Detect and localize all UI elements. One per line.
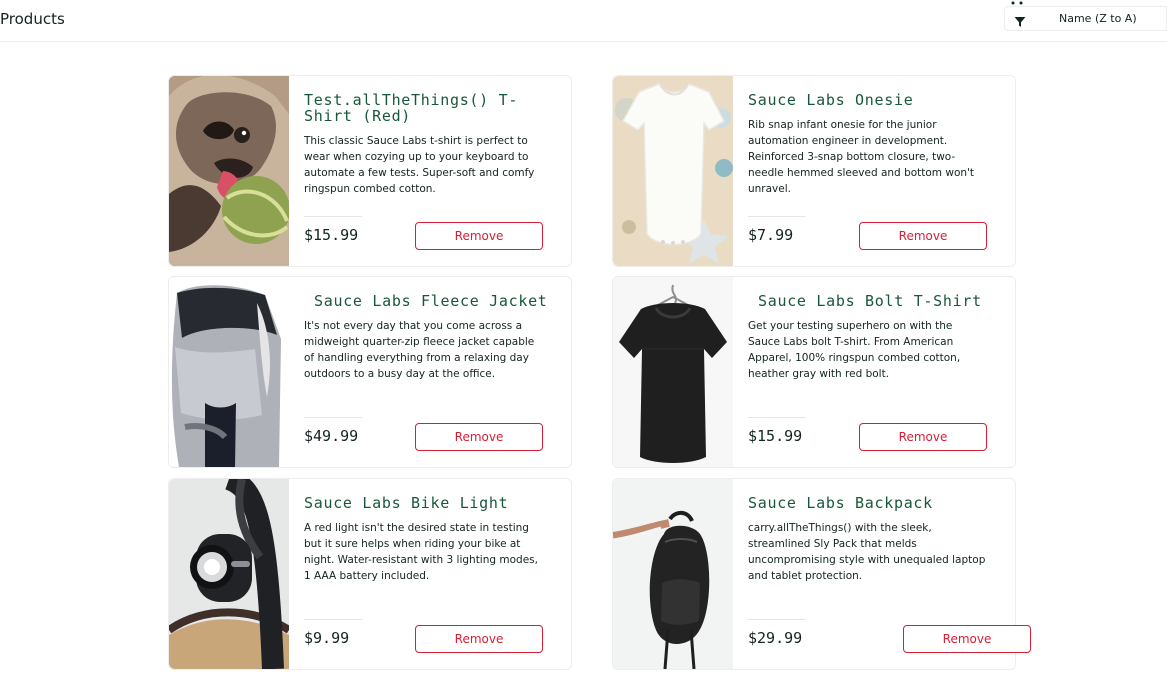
remove-button[interactable]: Remove <box>903 625 1031 653</box>
product-card: Sauce Labs Onesie Rib snap infant onesie… <box>612 75 1016 267</box>
remove-button[interactable]: Remove <box>415 222 543 250</box>
product-name[interactable]: Sauce Labs Fleece Jacket <box>314 293 559 309</box>
price-divider <box>304 619 362 620</box>
product-name[interactable]: Sauce Labs Bike Light <box>304 495 549 511</box>
remove-button[interactable]: Remove <box>859 423 987 451</box>
product-description: This classic Sauce Labs t-shirt is perfe… <box>304 135 535 195</box>
product-card: Test.allTheThings() T-Shirt (Red) This c… <box>168 75 572 267</box>
product-description: A red light isn't the desired state in t… <box>304 522 538 582</box>
product-card: Sauce Labs Bike Light A red light isn't … <box>168 478 572 670</box>
product-price: $15.99 <box>304 226 359 244</box>
remove-button[interactable]: Remove <box>415 625 543 653</box>
product-card: Sauce Labs Bolt T-Shirt Get your testing… <box>612 276 1016 468</box>
inventory-list: Test.allTheThings() T-Shirt (Red) This c… <box>0 0 1167 694</box>
product-description: It's not every day that you come across … <box>304 320 535 380</box>
product-price: $49.99 <box>304 427 359 445</box>
product-price: $9.99 <box>304 629 350 647</box>
product-image[interactable] <box>169 479 289 669</box>
product-price: $15.99 <box>748 427 803 445</box>
product-price: $7.99 <box>748 226 794 244</box>
price-divider <box>748 619 806 620</box>
product-name[interactable]: Sauce Labs Onesie <box>748 92 993 108</box>
product-description: Rib snap infant onesie for the junior au… <box>748 119 975 195</box>
product-description: carry.allTheThings() with the sleek, str… <box>748 522 986 582</box>
product-image[interactable] <box>613 479 733 669</box>
product-image[interactable] <box>169 76 289 266</box>
remove-button[interactable]: Remove <box>415 423 543 451</box>
price-divider <box>748 417 806 418</box>
product-name[interactable]: Sauce Labs Backpack <box>748 495 993 511</box>
product-card: Sauce Labs Fleece Jacket It's not every … <box>168 276 572 468</box>
product-image[interactable] <box>613 277 733 467</box>
product-name[interactable]: Test.allTheThings() T-Shirt (Red) <box>304 92 549 124</box>
product-card: Sauce Labs Backpack carry.allTheThings()… <box>612 478 1031 670</box>
product-image[interactable] <box>613 76 733 266</box>
product-name[interactable]: Sauce Labs Bolt T-Shirt <box>758 293 1003 309</box>
price-divider <box>748 216 806 217</box>
price-divider <box>304 216 362 217</box>
product-description: Get your testing superhero on with the S… <box>748 320 961 380</box>
remove-button[interactable]: Remove <box>859 222 987 250</box>
product-image[interactable] <box>169 277 289 467</box>
product-price: $29.99 <box>748 629 803 647</box>
price-divider <box>304 417 362 418</box>
